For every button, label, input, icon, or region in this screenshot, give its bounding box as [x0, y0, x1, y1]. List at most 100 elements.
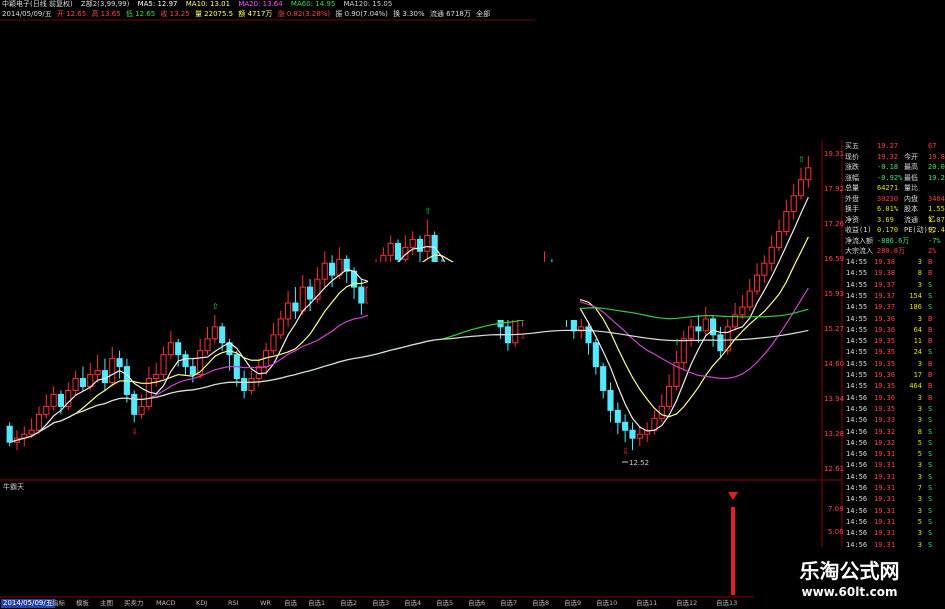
candle-body — [424, 234, 431, 252]
quote-row: 涨幅 -0.92%最低 19.28 — [842, 173, 945, 183]
indicator-tab[interactable]: 指标 — [52, 599, 65, 608]
indicator-tab[interactable]: RSI — [228, 599, 239, 608]
candle-body — [805, 167, 812, 181]
candle-body — [658, 405, 665, 419]
trade-volume: 3 — [917, 472, 922, 481]
indicator-tab[interactable]: 自选2 — [340, 599, 357, 608]
candle-body — [292, 302, 299, 312]
trade-volume: 464 — [909, 382, 922, 391]
date-box[interactable]: 2014/05/09/五 — [1, 599, 55, 608]
indicator-tab[interactable]: 自选12 — [676, 599, 697, 608]
buy-signal-icon: ⇧ — [673, 338, 680, 347]
candle-body — [138, 405, 145, 415]
kline-chart[interactable]: ⇧⇧⇧⇧⇩⇩⇩⇩ — [0, 0, 945, 609]
trade-volume: 3 — [917, 359, 922, 368]
quote-label2: 股本 — [904, 205, 918, 213]
trade-row: 14:56 19.31 3 S — [842, 460, 945, 471]
candle-body — [702, 318, 709, 332]
trade-side: S — [928, 472, 933, 481]
trade-price: 19.31 — [874, 461, 896, 470]
trade-row: 14:56 19.32 5 S — [842, 438, 945, 449]
indicator-tab[interactable]: 自选13 — [716, 599, 737, 608]
candle-body — [116, 358, 123, 368]
trade-price: 19.35 — [874, 382, 896, 391]
trade-volume: 3 — [917, 495, 922, 504]
quote-row: 买五 19.27 67 — [842, 141, 945, 151]
candle-body — [775, 230, 783, 248]
candle-body — [285, 302, 292, 320]
indicator-tab[interactable]: 自选9 — [564, 599, 581, 608]
quote-label: 换手 — [845, 205, 859, 213]
candle-body — [607, 389, 614, 411]
candle-body — [94, 370, 101, 376]
trade-price: 19.38 — [874, 258, 896, 266]
indicator-tab[interactable]: 自选6 — [468, 599, 485, 608]
trade-side: S — [928, 404, 933, 413]
quote-label: 外盘 — [845, 194, 859, 203]
indicator-tab[interactable]: 自选5 — [436, 599, 453, 608]
candle-body — [6, 425, 13, 443]
indicator-tab[interactable]: 自选10 — [596, 599, 617, 608]
trade-volume: 17 — [913, 371, 922, 379]
trade-price: 19.31 — [874, 517, 896, 526]
candle-body — [50, 393, 57, 407]
trade-time: 14:56 — [846, 393, 868, 402]
trade-row: 14:55 19.35 464 B — [842, 381, 945, 392]
trade-price: 19.38 — [874, 269, 896, 278]
candle-body — [321, 262, 328, 280]
trade-row: 14:56 19.31 3 S — [842, 528, 945, 539]
indicator-tab[interactable]: 自选1 — [308, 599, 325, 608]
indicator-tab[interactable]: 自选3 — [372, 599, 389, 608]
candle-body — [131, 393, 138, 415]
indicator-tab[interactable]: KDJ — [196, 599, 207, 608]
quote-value: 19.32 — [877, 152, 899, 161]
trade-side: S — [928, 495, 933, 504]
quote-label2: 最低 — [904, 173, 918, 182]
candle-body — [600, 366, 607, 391]
indicator-tab[interactable]: 自选11 — [636, 599, 657, 608]
trade-price: 19.35 — [874, 404, 896, 413]
quote-label: 净资 — [845, 215, 859, 224]
candle-body — [797, 179, 805, 197]
indicator-tab[interactable]: MACD — [156, 599, 175, 608]
quote-label: 买五 — [845, 142, 859, 150]
trade-time: 14:55 — [846, 359, 868, 368]
trade-time: 14:56 — [846, 506, 868, 515]
trade-row: 14:56 19.31 3 S — [842, 494, 945, 505]
indicator-tab[interactable]: WR — [260, 599, 271, 608]
trade-price: 19.32 — [874, 427, 896, 436]
indicator-tab[interactable]: 自选7 — [500, 599, 517, 608]
quote-row: 换手 6.01% 股本 1.55亿 — [842, 204, 945, 223]
candle-body — [768, 246, 775, 264]
trade-time: 14:56 — [846, 484, 868, 492]
trade-price: 19.37 — [874, 291, 896, 300]
candle-body — [783, 211, 790, 232]
trade-side: B — [928, 325, 933, 334]
trade-price: 19.36 — [874, 314, 896, 323]
indicator-tab[interactable]: 自选4 — [404, 599, 421, 608]
candle-body — [739, 306, 746, 316]
indicator-tab[interactable]: 模板 — [76, 599, 89, 608]
trade-time: 14:56 — [846, 495, 868, 504]
trade-time: 14:55 — [846, 258, 868, 266]
trade-time: 14:56 — [846, 404, 868, 413]
quote-value2: 19.28 — [928, 173, 945, 182]
indicator-tab[interactable]: 买卖力 — [124, 599, 144, 608]
trade-volume: 3 — [917, 529, 922, 538]
candle-body — [629, 429, 636, 439]
indicator-tab[interactable]: 主图 — [100, 599, 113, 608]
trade-row: 14:55 19.36 64 B — [842, 325, 945, 336]
trade-time: 14:55 — [846, 291, 868, 300]
candle-body — [753, 274, 761, 292]
trade-side: S — [928, 416, 933, 425]
quote-label2: PE(动) — [904, 226, 928, 234]
watermark-title: 乐淘公式网 — [799, 559, 900, 583]
indicator-tab[interactable]: 自选 — [284, 599, 297, 608]
candle-body — [328, 262, 336, 276]
trade-volume: 186 — [909, 303, 922, 312]
candle-body — [43, 405, 50, 415]
indicator-tab[interactable]: 自选8 — [532, 599, 549, 608]
quote-label: 涨幅 — [845, 173, 859, 182]
trade-side: B — [928, 314, 933, 323]
quote-row: 大宗流入 280.8万 2% — [842, 246, 945, 256]
